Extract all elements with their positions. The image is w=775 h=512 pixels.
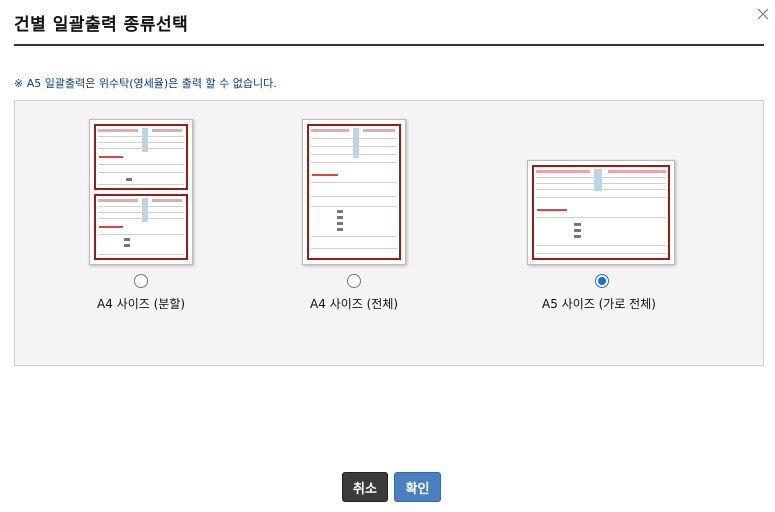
confirm-button[interactable]: 확인 (394, 472, 441, 502)
close-icon[interactable] (754, 5, 772, 23)
a4-full-preview (302, 119, 406, 265)
cancel-button[interactable]: 취소 (342, 472, 388, 502)
a5-landscape-preview (527, 160, 675, 265)
a4-split-preview (89, 119, 193, 265)
radio-a4-full[interactable] (347, 274, 361, 288)
dialog-title: 건별 일괄출력 종류선택 (14, 15, 189, 35)
option-label-a4-full: A4 사이즈 (전체) (310, 297, 399, 311)
option-a4-split[interactable]: A4 사이즈 (분할) (15, 101, 265, 367)
header-divider (14, 44, 764, 46)
radio-a4-split[interactable] (134, 274, 148, 288)
option-a5-landscape[interactable]: A5 사이즈 (가로 전체) (515, 101, 765, 367)
option-label-a5-landscape: A5 사이즈 (가로 전체) (542, 297, 656, 311)
radio-a5-landscape[interactable] (595, 274, 609, 288)
print-type-options: A4 사이즈 (분할) A4 사이즈 (전체) A5 사이즈 (가로 전체) (14, 100, 764, 366)
notice-text: ※ A5 일괄출력은 위수탁(영세율)은 출력 할 수 없습니다. (14, 77, 277, 90)
option-a4-full[interactable]: A4 사이즈 (전체) (265, 101, 515, 367)
option-label-a4-split: A4 사이즈 (분할) (97, 297, 186, 311)
